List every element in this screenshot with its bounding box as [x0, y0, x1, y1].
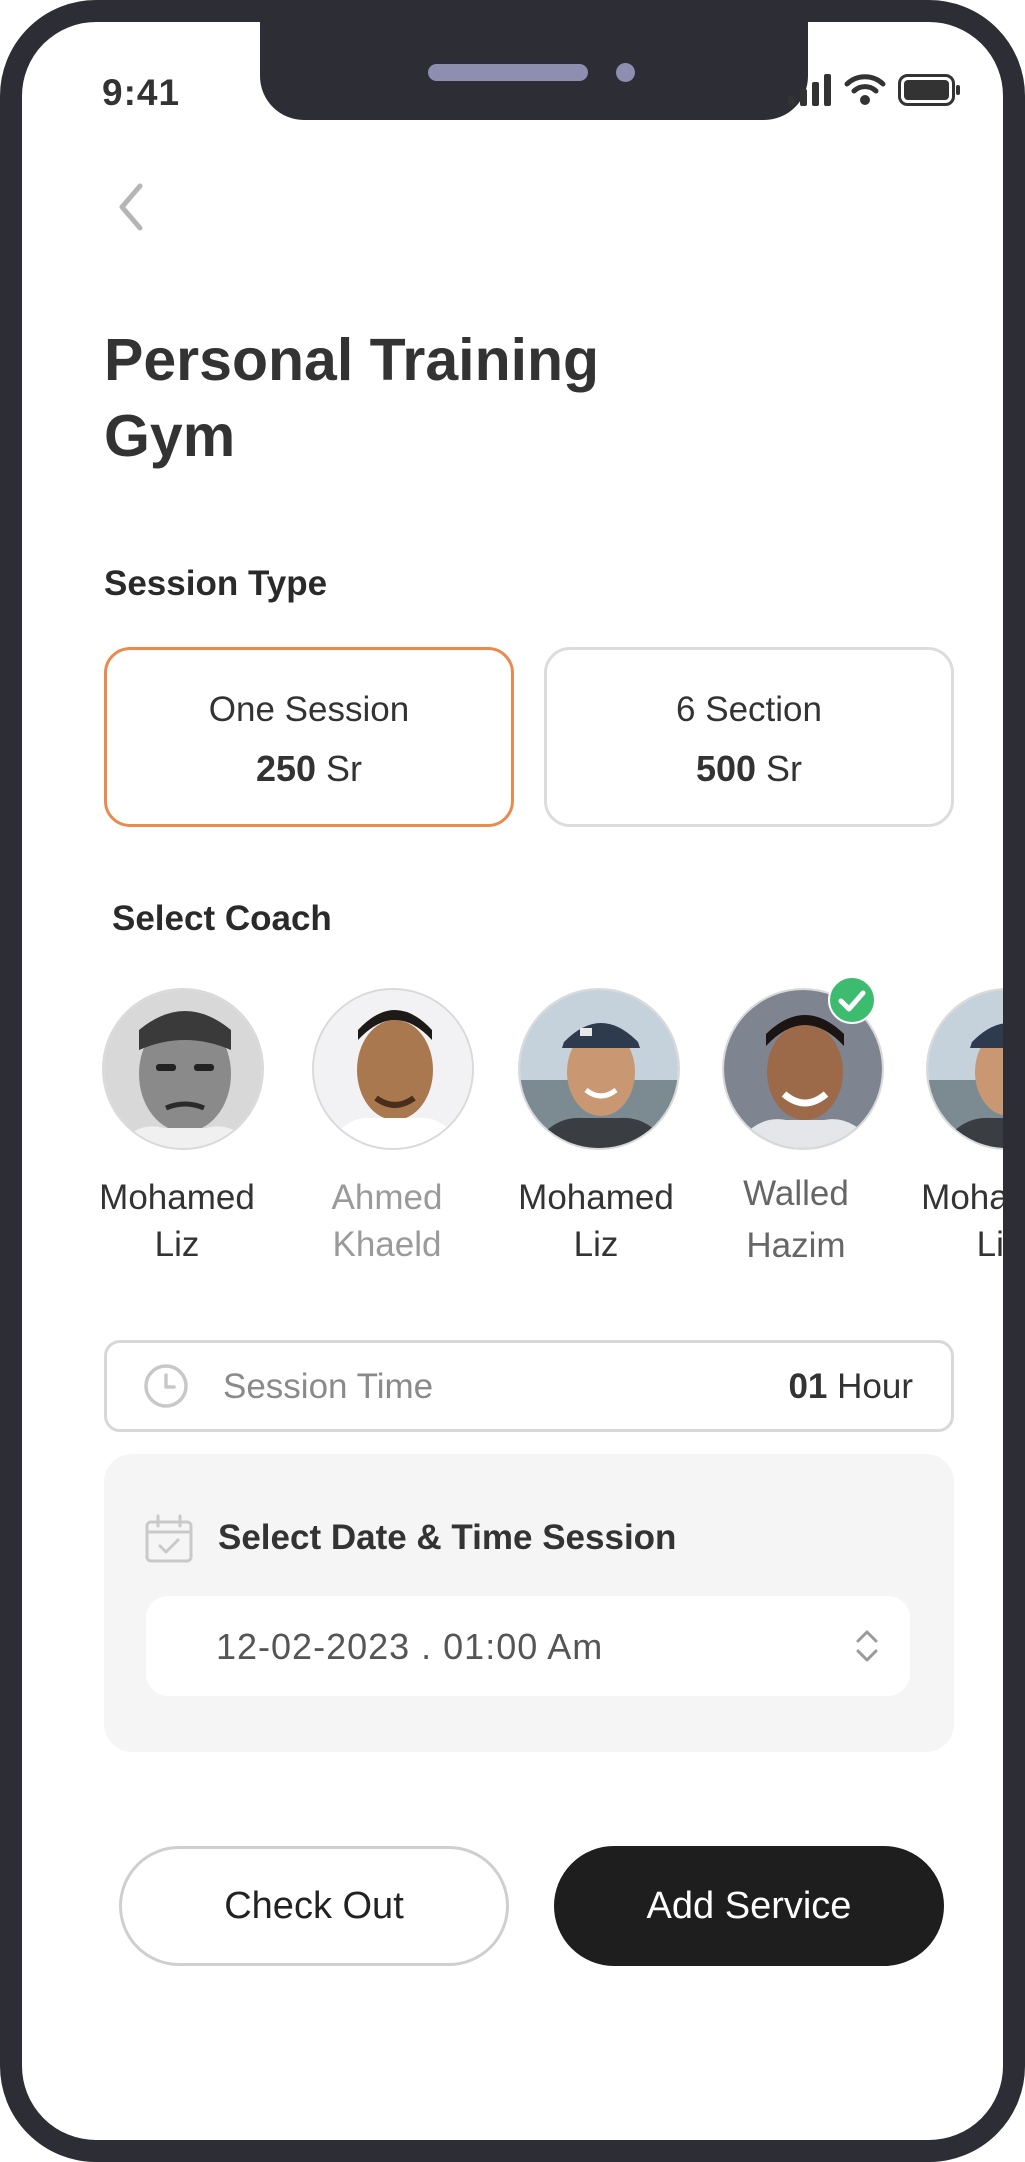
- coach-first-name: Walled: [743, 1174, 849, 1213]
- check-out-button[interactable]: Check Out: [119, 1846, 509, 1966]
- signal-icon: [788, 74, 831, 106]
- coach-last-name: Liz: [573, 1225, 619, 1264]
- coach-name-mohamed-liz[interactable]: Mohamed Liz: [82, 1174, 272, 1268]
- coach-name-mohamed-liz-2[interactable]: Mohamed Liz: [501, 1174, 691, 1268]
- price-currency: Sr: [326, 748, 363, 789]
- clock-icon: [144, 1364, 188, 1408]
- coach-name-ahmed-khaeld[interactable]: Ahmed Khaeld: [292, 1174, 482, 1268]
- calendar-icon: [145, 1514, 193, 1563]
- coach-last-name: Khaeld: [332, 1225, 442, 1264]
- session-option-price: 250 Sr: [107, 748, 511, 790]
- price-amount: 250: [255, 748, 317, 789]
- session-time-field[interactable]: Session Time 01 Hour: [104, 1340, 954, 1432]
- select-coach-label: Select Coach: [112, 899, 332, 938]
- back-chevron-icon[interactable]: [112, 182, 152, 232]
- session-time-label: Session Time: [223, 1367, 434, 1406]
- session-option-name: One Session: [208, 690, 410, 729]
- coach-first-name: Mohamed: [921, 1178, 1009, 1217]
- coach-last-name: Liz: [976, 1225, 1022, 1264]
- session-time-value: 01 Hour: [788, 1367, 913, 1407]
- session-time-number: 01: [788, 1367, 828, 1406]
- coach-first-name: Mohamed: [99, 1178, 255, 1217]
- wifi-icon: [844, 74, 886, 105]
- coach-name-walled-hazim[interactable]: Walled Hazim: [701, 1168, 891, 1272]
- session-type-label: Session Type: [104, 564, 328, 603]
- home-indicator[interactable]: [456, 2150, 610, 2160]
- coach-avatar-ahmed-khaeld[interactable]: [312, 988, 474, 1150]
- date-time-panel: Select Date & Time Session 12-02-2023 . …: [104, 1454, 954, 1752]
- coach-first-name: Ahmed: [331, 1178, 443, 1217]
- page-title: Personal Training Gym: [104, 322, 804, 474]
- price-currency: Sr: [766, 748, 803, 789]
- add-service-button[interactable]: Add Service: [554, 1846, 944, 1966]
- coach-last-name: Liz: [154, 1225, 200, 1264]
- page-title-line-2: Gym: [104, 403, 236, 469]
- date-time-value: 12-02-2023 . 01:00 Am: [216, 1626, 604, 1667]
- session-option-6-section[interactable]: 6 Section 500 Sr: [544, 647, 954, 827]
- session-time-unit: Hour: [837, 1367, 913, 1406]
- session-option-name: 6 Section: [676, 690, 822, 729]
- status-time: 9:41: [102, 72, 181, 113]
- coach-first-name: Mohamed: [518, 1178, 674, 1217]
- coach-avatar-mohamed-liz[interactable]: [102, 988, 264, 1150]
- coach-name-mohamed-liz-3[interactable]: Mohamed Liz: [904, 1174, 1022, 1268]
- session-option-one-session[interactable]: One Session 250 Sr: [104, 647, 514, 827]
- date-time-picker[interactable]: 12-02-2023 . 01:00 Am: [146, 1596, 910, 1696]
- front-camera: [616, 63, 635, 82]
- coach-avatar-mohamed-liz-3[interactable]: [926, 988, 1003, 1150]
- date-time-title: Select Date & Time Session: [218, 1518, 677, 1557]
- coach-last-name: Hazim: [746, 1226, 846, 1265]
- up-down-chevron-icon[interactable]: [852, 1626, 882, 1666]
- selected-check-icon: [828, 976, 876, 1024]
- speaker-grille: [428, 64, 588, 81]
- session-option-price: 500 Sr: [547, 748, 951, 790]
- page-title-line-1: Personal Training: [104, 327, 600, 393]
- phone-frame: 9:41 Personal Training Gym Session Type …: [0, 0, 1025, 2162]
- coach-avatar-mohamed-liz-2[interactable]: [518, 988, 680, 1150]
- battery-icon: [898, 74, 960, 106]
- price-amount: 500: [695, 748, 757, 789]
